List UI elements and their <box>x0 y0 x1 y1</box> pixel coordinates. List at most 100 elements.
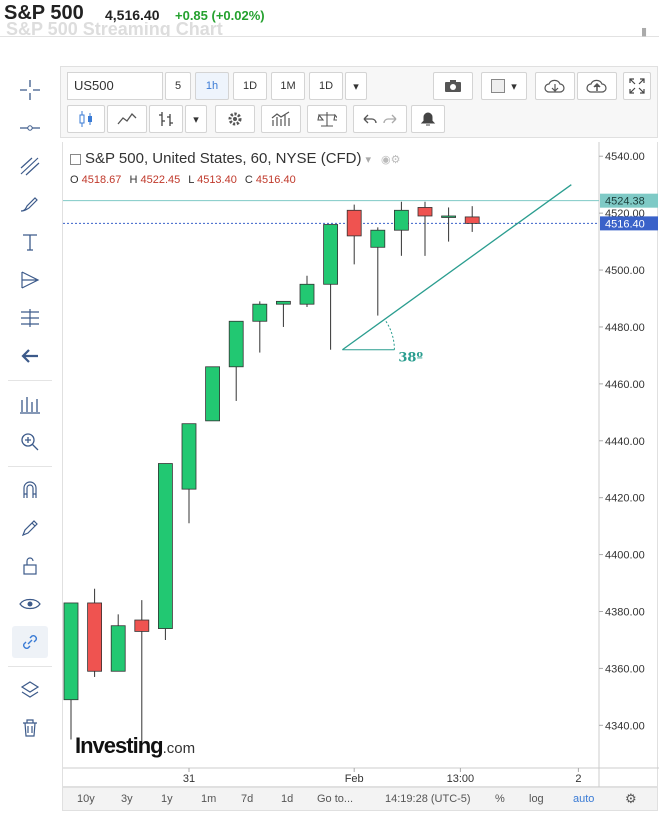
range-10y[interactable]: 10y <box>77 793 95 805</box>
candle-up <box>63 602 79 701</box>
alert-bell-icon[interactable] <box>411 105 445 133</box>
investing-logo: Investing.com <box>75 733 195 759</box>
expand-icon[interactable]: ▮ <box>637 25 651 38</box>
close-label: C <box>244 174 253 186</box>
back-arrow-icon[interactable] <box>12 340 48 372</box>
last-price: 4,516.40 <box>105 7 160 23</box>
candle-up <box>441 215 457 218</box>
candle-up <box>299 283 315 305</box>
range-1y[interactable]: 1y <box>161 793 173 805</box>
chart-type-dropdown-icon[interactable]: ▾ <box>185 105 207 133</box>
interval-1d[interactable]: 1D <box>233 72 267 100</box>
candlestick-chart[interactable]: 4340.00 4360.00 4380.00 4400.00 4420.00 4440.… <box>63 142 659 787</box>
last-price-tag-label: 4516.40 <box>605 218 645 230</box>
x-tick-label: 13:00 <box>447 773 475 785</box>
candle-up <box>228 320 244 368</box>
chart-legend-title: S&P 500, United States, 60, NYSE (CFD) ▾ ◉… <box>70 150 401 167</box>
legend-dropdown-icon[interactable]: ▾ <box>366 154 372 166</box>
y-tick-label: 4460.00 <box>605 379 645 391</box>
auto-toggle[interactable]: auto <box>573 793 594 805</box>
candle-up <box>370 229 386 248</box>
chart-toolbar: US500 5 1h 1D 1M 1D ▾ ▾ ▾ <box>60 66 658 138</box>
eye-icon[interactable] <box>12 588 48 620</box>
settings-gear-icon[interactable] <box>215 105 255 133</box>
log-toggle[interactable]: log <box>529 793 544 805</box>
unlock-icon[interactable] <box>12 550 48 582</box>
bottom-settings-icon[interactable]: ⚙ <box>625 791 637 807</box>
crosshair-icon[interactable] <box>12 74 48 106</box>
link-icon[interactable] <box>12 626 48 658</box>
pattern-icon[interactable] <box>12 264 48 296</box>
symbol-input[interactable]: US500 <box>67 72 163 100</box>
trend-lines-icon[interactable] <box>12 150 48 182</box>
goto-button[interactable]: Go to... <box>317 793 353 805</box>
zoom-in-icon[interactable] <box>12 426 48 458</box>
interval-1d-alt[interactable]: 1D <box>309 72 343 100</box>
candle-up <box>275 300 291 305</box>
open-value: 4518.67 <box>81 174 122 186</box>
candles-style-icon[interactable] <box>67 105 105 133</box>
logo-brand: Investing <box>75 733 164 758</box>
indicators-icon[interactable] <box>12 388 48 420</box>
x-tick-label: 31 <box>183 773 195 785</box>
indicators-button-icon[interactable] <box>261 105 301 133</box>
candle-up <box>205 366 221 422</box>
range-bar: 10y 3y 1y 1m 7d 1d Go to... 14:19:28 (UT… <box>62 787 658 811</box>
open-label: O <box>70 174 79 186</box>
cloud-download-icon[interactable] <box>535 72 575 100</box>
logo-suffix: .com <box>162 740 196 757</box>
trash-icon[interactable] <box>12 712 48 744</box>
interval-dropdown-icon[interactable]: ▾ <box>345 72 367 100</box>
cloud-upload-icon[interactable] <box>577 72 617 100</box>
angle-arc <box>384 319 395 350</box>
clock-time: 14:19:28 (UTC-5) <box>385 793 471 805</box>
interval-1h[interactable]: 1h <box>195 72 229 100</box>
range-1m[interactable]: 1m <box>201 793 216 805</box>
line-chart-icon[interactable] <box>107 105 147 133</box>
interval-1m[interactable]: 1M <box>271 72 305 100</box>
chart-area[interactable]: 4340.00 4360.00 4380.00 4400.00 4420.00 4440.… <box>62 142 659 787</box>
color-picker-icon[interactable]: ▾ <box>481 72 527 100</box>
fullscreen-icon[interactable] <box>623 72 651 100</box>
camera-icon[interactable] <box>433 72 473 100</box>
range-7d[interactable]: 7d <box>241 793 253 805</box>
horizontal-line-icon[interactable] <box>12 112 48 144</box>
instrument-name: S&P 500 <box>4 2 84 24</box>
brush-icon[interactable] <box>12 188 48 220</box>
toolbar-divider <box>8 466 52 467</box>
candle-up <box>393 209 409 231</box>
compare-scale-icon[interactable] <box>307 105 347 133</box>
candle-down <box>417 207 433 217</box>
x-tick-label: Feb <box>345 773 364 785</box>
low-value: 4513.40 <box>197 174 237 186</box>
drawing-toolbar <box>0 66 60 756</box>
y-tick-label: 4480.00 <box>605 322 645 334</box>
high-price-tag-label: 4524.38 <box>605 196 645 208</box>
candle-up <box>158 463 173 629</box>
toolbar-divider <box>8 380 52 381</box>
text-icon[interactable] <box>12 226 48 258</box>
high-value: 4522.45 <box>140 174 181 186</box>
undo-redo-icon[interactable] <box>353 105 407 133</box>
candle-up <box>181 423 197 490</box>
collapse-legend-icon[interactable] <box>70 153 81 165</box>
magnet-icon[interactable] <box>12 474 48 506</box>
y-tick-label: 4420.00 <box>605 493 645 505</box>
measure-icon[interactable] <box>12 302 48 334</box>
bars-style-icon[interactable] <box>149 105 183 133</box>
candle-up <box>110 625 126 672</box>
layers-icon[interactable] <box>12 674 48 706</box>
trend-line <box>342 184 572 351</box>
x-tick-label: 2 <box>575 773 581 785</box>
y-tick-label: 4400.00 <box>605 550 645 562</box>
angle-label: 38º <box>398 351 423 366</box>
range-1d[interactable]: 1d <box>281 793 293 805</box>
range-3y[interactable]: 3y <box>121 793 133 805</box>
interval-5[interactable]: 5 <box>165 72 191 100</box>
percent-toggle[interactable]: % <box>495 793 505 805</box>
lock-drawing-icon[interactable] <box>12 512 48 544</box>
legend-visibility-icon[interactable]: ◉⚙ <box>381 154 400 166</box>
y-tick-label: 4540.00 <box>605 151 645 163</box>
toolbar-divider <box>8 666 52 667</box>
y-tick-label: 4500.00 <box>605 265 645 277</box>
